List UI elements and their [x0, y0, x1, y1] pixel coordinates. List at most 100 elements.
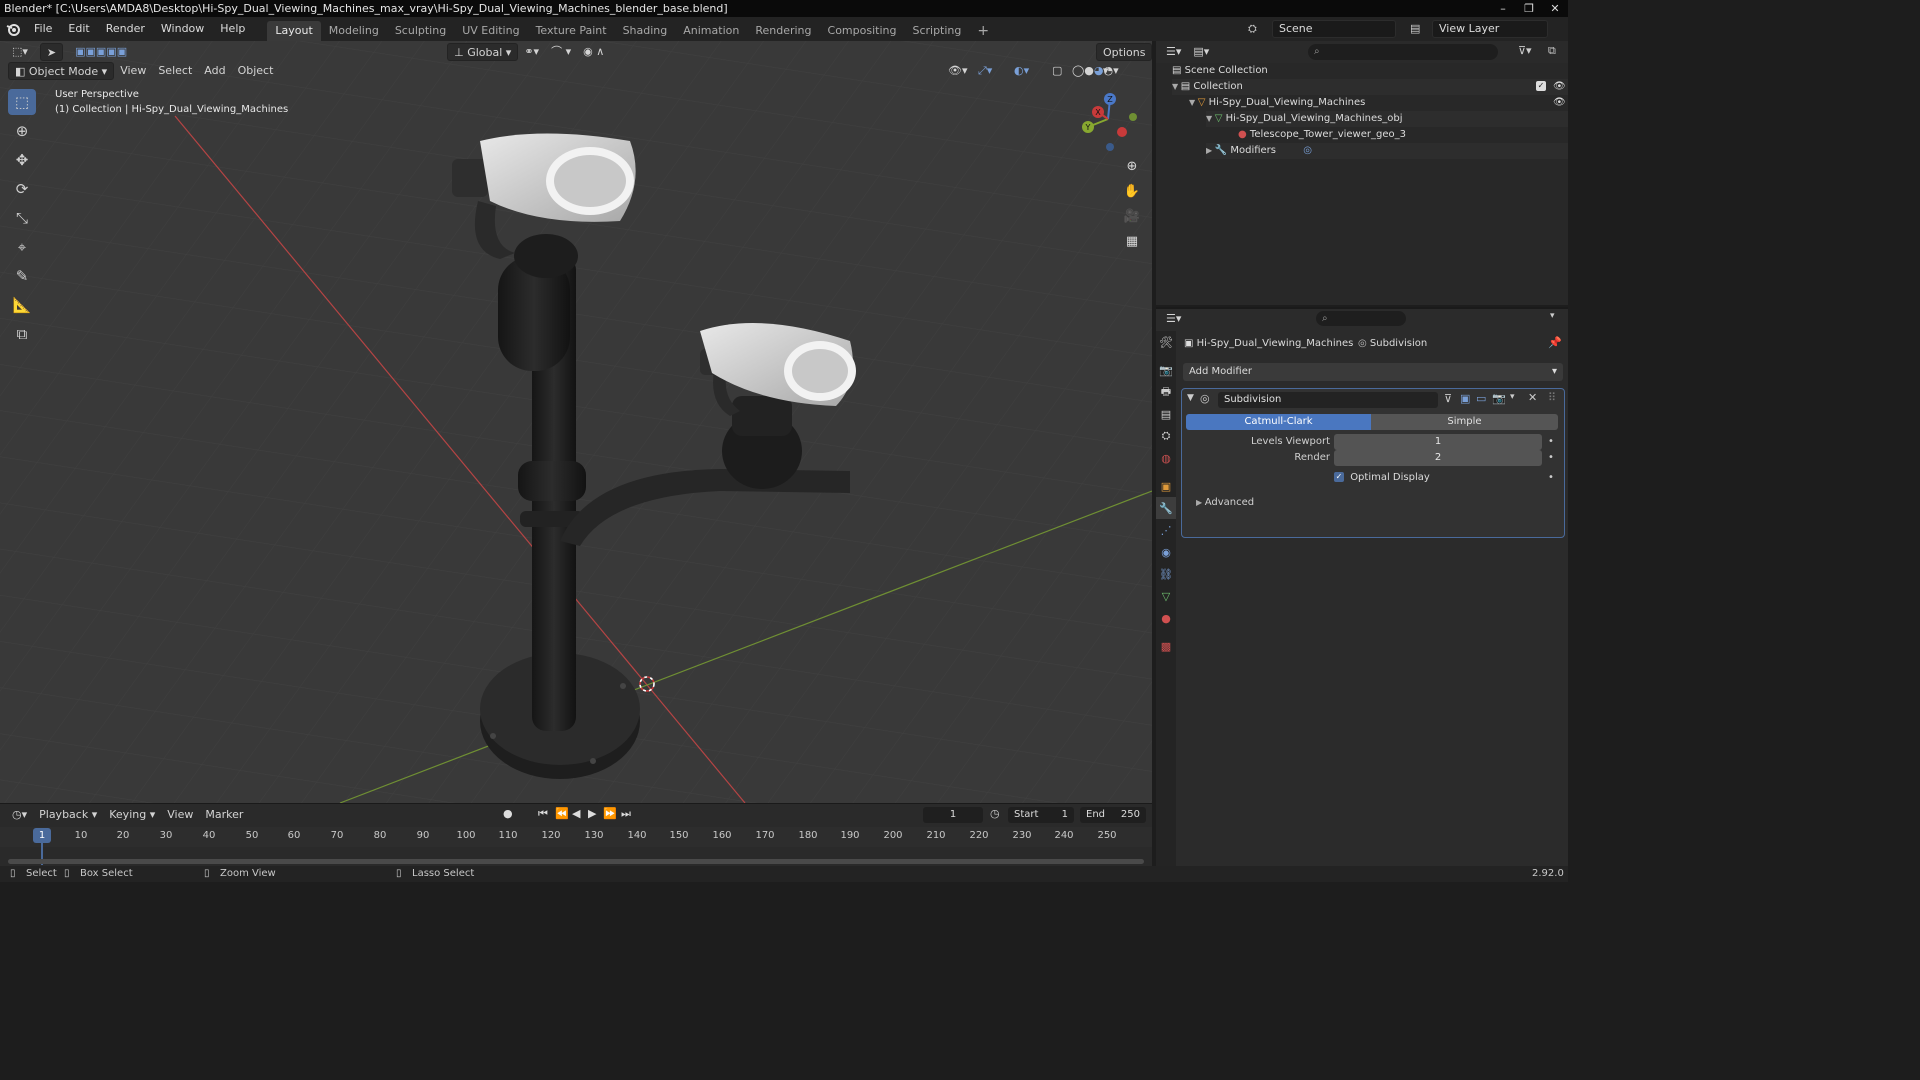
menu-marker[interactable]: Marker	[199, 806, 249, 824]
scene-icon[interactable]: ⛭	[1248, 22, 1257, 36]
eye-icon[interactable]: 👁	[1553, 79, 1566, 95]
render-tab-icon[interactable]: 📷	[1156, 359, 1176, 381]
collapse-icon[interactable]: ▼	[1187, 393, 1194, 403]
expand-icon[interactable]: ▼	[1189, 98, 1198, 107]
play-icon[interactable]: ▶	[588, 807, 596, 820]
panel-options-icon[interactable]: ▾	[1550, 311, 1555, 321]
annotate-tool-icon[interactable]: ✎	[8, 263, 36, 289]
scene-selector[interactable]: Scene	[1272, 20, 1396, 38]
select-box-tool-icon[interactable]: ⬚	[8, 89, 36, 115]
menu-object[interactable]: Object	[232, 62, 280, 80]
selection-mode-icons[interactable]: ▣▣▣▣▣	[69, 43, 133, 61]
simple-button[interactable]: Simple	[1371, 414, 1558, 430]
workspace-tab-animation[interactable]: Animation	[675, 21, 747, 41]
pivot-icon[interactable]: ⚭▾	[518, 43, 545, 61]
outliner-search-input[interactable]: ⌕	[1308, 44, 1498, 60]
particles-tab-icon[interactable]: ⋰	[1156, 519, 1176, 541]
3d-viewport[interactable]: ⬚▾ ➤ ▣▣▣▣▣ ⊥ Global ▾ ⚭▾ ⌒ ▾ ◉ ∧ Options…	[0, 41, 1152, 803]
clock-icon[interactable]: ◷	[990, 807, 1000, 820]
timeline-editor-type-icon[interactable]: ◷▾	[6, 806, 33, 824]
options-dropdown[interactable]: Options ▾	[1096, 43, 1152, 77]
blender-logo-icon[interactable]	[0, 17, 26, 41]
workspace-tab-shading[interactable]: Shading	[615, 21, 676, 41]
measure-tool-icon[interactable]: 📐	[8, 292, 36, 318]
mode-dropdown[interactable]: ◧ Object Mode ▾	[8, 62, 115, 80]
workspace-tab-rendering[interactable]: Rendering	[747, 21, 819, 41]
snap-icon[interactable]: ⌒ ▾	[545, 43, 577, 61]
exclude-checkbox[interactable]: ✓	[1536, 79, 1546, 95]
keyframe-dot-icon[interactable]: •	[1548, 450, 1554, 466]
menu-playback[interactable]: Playback ▾	[33, 806, 103, 824]
visibility-icon[interactable]: 👁▾	[942, 62, 974, 80]
cage-toggle-icon[interactable]: ▣	[1460, 392, 1470, 405]
keyframe-dot-icon[interactable]: •	[1548, 470, 1554, 486]
maximize-button[interactable]: ❐	[1516, 0, 1542, 17]
start-frame-field[interactable]: Start 1	[1008, 807, 1074, 823]
perspective-toggle-icon[interactable]: ▦	[1122, 232, 1142, 252]
menu-file[interactable]: File	[26, 17, 60, 41]
optimal-display-row[interactable]: ✓ Optimal Display •	[1334, 470, 1564, 486]
tool-tab-icon[interactable]: 🛠	[1156, 331, 1176, 353]
play-reverse-icon[interactable]: ◀	[572, 807, 580, 820]
workspace-tab-texture-paint[interactable]: Texture Paint	[528, 21, 615, 41]
viewport-toggle-icon[interactable]: ▭	[1476, 392, 1486, 405]
levels-viewport-field[interactable]: 1	[1334, 434, 1542, 450]
minimize-button[interactable]: –	[1490, 0, 1516, 17]
overlay-toggle-icon[interactable]: ◐▾	[1008, 62, 1035, 80]
workspace-tab-layout[interactable]: Layout	[267, 21, 321, 41]
jump-keyframe-back-icon[interactable]: ⏪	[555, 807, 569, 820]
shading-modes-icon[interactable]: ◯●◕◔▾	[1066, 62, 1125, 80]
add-workspace-button[interactable]: +	[969, 21, 997, 41]
outliner-row-material[interactable]: ● Telescope_Tower_viewer_geo_3	[1238, 127, 1406, 143]
world-tab-icon[interactable]: ◍	[1156, 447, 1176, 469]
properties-search-input[interactable]: ⌕	[1316, 311, 1406, 326]
drag-handle-icon[interactable]: ⠿	[1548, 391, 1556, 404]
playhead[interactable]: 1	[33, 828, 51, 843]
workspace-tab-compositing[interactable]: Compositing	[820, 21, 905, 41]
outliner-row-object[interactable]: ▼ ▽ Hi-Spy_Dual_Viewing_Machines 👁	[1189, 95, 1568, 111]
menu-view[interactable]: View	[114, 62, 152, 80]
scene-tab-icon[interactable]: ⛭	[1156, 425, 1176, 447]
material-tab-icon[interactable]: ●	[1156, 607, 1176, 629]
chevron-down-icon[interactable]: ▾	[1510, 392, 1515, 402]
rotate-tool-icon[interactable]: ⟳	[8, 176, 36, 202]
menu-keying[interactable]: Keying ▾	[103, 806, 161, 824]
menu-help[interactable]: Help	[212, 17, 253, 41]
expand-icon[interactable]: ▼	[1172, 82, 1181, 91]
gizmo-toggle-icon[interactable]: ⤢▾	[972, 62, 998, 80]
expand-icon[interactable]: ▼	[1206, 114, 1215, 123]
menu-add[interactable]: Add	[198, 62, 231, 80]
workspace-tab-modeling[interactable]: Modeling	[321, 21, 387, 41]
proportional-edit-icon[interactable]: ◉ ∧	[577, 43, 610, 61]
expand-icon[interactable]: ▶	[1206, 146, 1215, 155]
render-levels-field[interactable]: 2	[1334, 450, 1542, 466]
move-tool-icon[interactable]: ✥	[8, 147, 36, 173]
pan-hand-icon[interactable]: ✋	[1122, 182, 1142, 202]
scale-tool-icon[interactable]: ⤡	[8, 205, 36, 231]
modifier-tab-icon[interactable]: 🔧	[1156, 497, 1176, 519]
workspace-tab-uv-editing[interactable]: UV Editing	[454, 21, 527, 41]
edit-mode-toggle-icon[interactable]: ⊽	[1444, 392, 1452, 405]
render-toggle-icon[interactable]: 📷	[1492, 392, 1506, 405]
new-collection-icon[interactable]: ⧉	[1548, 44, 1556, 58]
outliner-row-mesh[interactable]: ▼ ▽ Hi-Spy_Dual_Viewing_Machines_obj	[1206, 111, 1568, 127]
editor-type-icon[interactable]: ⬚▾	[6, 43, 34, 61]
camera-view-icon[interactable]: 🎥	[1122, 207, 1142, 227]
pin-icon[interactable]: 📌	[1548, 336, 1562, 349]
outliner-row-collection[interactable]: ▼ ▤ Collection ✓ 👁	[1172, 79, 1568, 95]
add-modifier-dropdown[interactable]: Add Modifier ▾	[1183, 363, 1563, 381]
object-tab-icon[interactable]: ▣	[1156, 475, 1176, 497]
workspace-tab-sculpting[interactable]: Sculpting	[387, 21, 454, 41]
close-button[interactable]: ✕	[1542, 0, 1568, 17]
data-tab-icon[interactable]: ▽	[1156, 585, 1176, 607]
outliner-row-modifiers[interactable]: ▶ 🔧 Modifiers ◎	[1206, 143, 1568, 159]
orientation-dropdown[interactable]: ⊥ Global ▾	[447, 43, 519, 61]
filter-icon[interactable]: ⊽▾	[1518, 44, 1532, 57]
advanced-subpanel[interactable]: ▶ Advanced	[1196, 495, 1396, 511]
view-layer-selector[interactable]: View Layer	[1432, 20, 1548, 38]
eye-icon[interactable]: 👁	[1553, 95, 1566, 111]
menu-select[interactable]: Select	[152, 62, 198, 80]
optimal-display-checkbox[interactable]: ✓	[1334, 472, 1344, 482]
transform-tool-icon[interactable]: ⌖	[8, 234, 36, 260]
jump-keyframe-forward-icon[interactable]: ⏩	[603, 807, 617, 820]
